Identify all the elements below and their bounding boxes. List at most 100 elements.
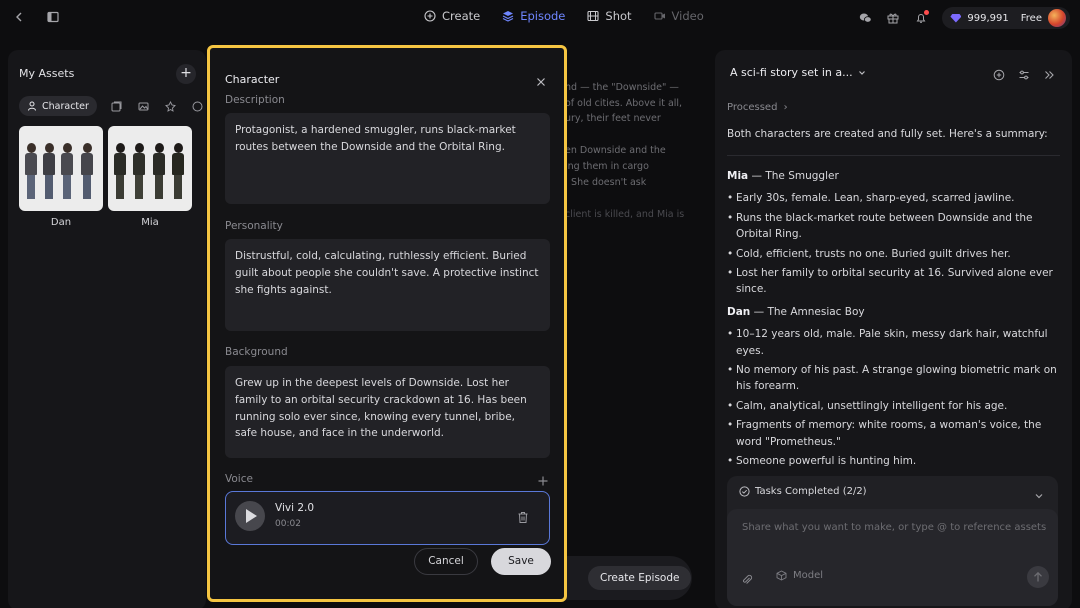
new-chat-icon[interactable]	[993, 66, 1007, 81]
chevron-right-icon: ›	[783, 102, 788, 113]
story-text-line: . She doesn't ask	[565, 177, 647, 188]
wechat-icon[interactable]	[858, 11, 872, 25]
create-episode-button[interactable]: Create Episode	[588, 566, 692, 590]
video-icon	[653, 12, 665, 20]
back-icon[interactable]	[12, 10, 26, 24]
gem-icon	[950, 13, 962, 23]
dan-traits: 10–12 years old, male. Pale skin, messy …	[727, 326, 1062, 470]
list-item: Cold, efficient, trusts no one. Buried g…	[727, 246, 1062, 263]
notification-bell-icon[interactable]	[914, 10, 930, 25]
filter-character-label: Character	[42, 100, 89, 112]
voice-card[interactable]: Vivi 2.0 00:02	[225, 491, 550, 545]
model-selector[interactable]: Model	[776, 570, 823, 581]
asset-card-dan[interactable]	[19, 126, 103, 211]
summary-content: Mia — The Smuggler Early 30s, female. Le…	[727, 168, 1062, 473]
tab-video[interactable]: Video	[653, 9, 704, 23]
sidebar-toggle-icon[interactable]	[46, 10, 60, 24]
asset-card-mia[interactable]	[108, 126, 192, 211]
tasks-label: Tasks Completed (2/2)	[755, 486, 867, 497]
processed-label: Processed	[727, 102, 778, 113]
list-item: Fragments of memory: white rooms, a woma…	[727, 417, 1062, 450]
list-item: Lost her family to orbital security at 1…	[727, 265, 1062, 298]
em-dash: —	[751, 170, 766, 182]
list-item: Early 30s, female. Lean, sharp-eyed, sca…	[727, 190, 1062, 207]
list-item: Someone powerful is hunting him.	[727, 453, 1062, 470]
filter-character[interactable]: Character	[19, 96, 97, 116]
layers-icon	[502, 11, 514, 22]
add-voice-icon[interactable]	[537, 472, 549, 486]
personality-field[interactable]: Distrustful, cold, calculating, ruthless…	[225, 239, 550, 331]
character-role: The Smuggler	[765, 170, 839, 182]
plan-label: Free	[1020, 12, 1042, 24]
character-heading-dan: Dan — The Amnesiac Boy	[727, 304, 1062, 320]
chevron-down-icon[interactable]	[1033, 487, 1045, 499]
close-icon[interactable]	[535, 73, 547, 86]
settings-sliders-icon[interactable]	[1018, 66, 1032, 80]
character-sheet-figure	[153, 143, 165, 199]
check-circle-icon	[739, 486, 750, 497]
collapse-panel-icon[interactable]	[1043, 66, 1057, 80]
modal-title: Character	[225, 73, 280, 86]
description-field[interactable]: Protagonist, a hardened smuggler, runs b…	[225, 113, 550, 204]
em-dash: —	[753, 305, 768, 318]
processed-toggle[interactable]: Processed ›	[727, 102, 788, 113]
description-label: Description	[225, 94, 285, 106]
filter-scene-icon[interactable]	[110, 99, 124, 113]
notification-dot	[924, 10, 930, 15]
filter-prop-icon[interactable]	[164, 99, 178, 113]
tab-create[interactable]: Create	[424, 9, 480, 23]
story-text-line: nd — the "Downside" —	[565, 82, 679, 93]
divider	[727, 155, 1060, 156]
tab-episode[interactable]: Episode	[502, 9, 565, 23]
assets-title: My Assets	[19, 67, 75, 80]
chat-panel: A sci-fi story set in a... Processed › B…	[715, 50, 1072, 608]
play-button[interactable]	[235, 501, 265, 531]
character-name: Dan	[727, 305, 751, 318]
tasks-header[interactable]: Tasks Completed (2/2)	[739, 486, 867, 497]
gift-icon[interactable]	[886, 11, 900, 25]
story-text-line: client is killed, and Mia is	[565, 209, 685, 220]
list-item: No memory of his past. A strange glowing…	[727, 362, 1062, 395]
asset-name-mia: Mia	[141, 217, 159, 228]
summary-text: Both characters are created and fully se…	[727, 128, 1048, 140]
save-button[interactable]: Save	[491, 548, 551, 575]
voice-duration: 00:02	[275, 519, 301, 529]
character-sheet-figure	[172, 143, 184, 199]
tab-shot-label: Shot	[605, 9, 632, 23]
plus-circle-icon	[424, 10, 436, 22]
assets-panel: My Assets + Character Dan Mia	[8, 50, 206, 608]
character-sheet-figure	[25, 143, 37, 199]
person-icon	[28, 101, 36, 111]
cancel-button[interactable]: Cancel	[414, 548, 478, 575]
character-modal: Character Description Protagonist, a har…	[207, 45, 567, 602]
credits-badge[interactable]: 999,991 Free	[942, 7, 1070, 29]
model-label: Model	[793, 570, 824, 581]
cube-icon	[776, 570, 787, 581]
asset-name-dan: Dan	[50, 217, 72, 228]
story-text-line: ing them in cargo	[565, 161, 649, 172]
story-text-line: of old cities. Above it all,	[565, 98, 683, 109]
character-sheet-figure	[81, 143, 93, 199]
arrow-up-icon	[1034, 571, 1042, 582]
list-item: Runs the black-market route between Down…	[727, 210, 1062, 243]
film-icon	[587, 10, 599, 22]
chat-input-placeholder[interactable]: Share what you want to make, or type @ t…	[742, 522, 1046, 533]
character-sheet-figure	[61, 143, 73, 199]
background-field[interactable]: Grew up in the deepest levels of Downsid…	[225, 366, 550, 458]
voice-name: Vivi 2.0	[275, 502, 315, 514]
character-sheet-figure	[43, 143, 55, 199]
paperclip-icon[interactable]	[741, 571, 753, 584]
chevron-down-icon	[858, 70, 865, 75]
filter-more-icon[interactable]	[191, 99, 205, 113]
add-asset-button[interactable]: +	[176, 64, 196, 84]
character-name: Mia	[727, 170, 749, 182]
story-text-line: ury, their feet never	[565, 113, 661, 124]
chat-title[interactable]: A sci-fi story set in a...	[730, 66, 866, 79]
trash-icon[interactable]	[517, 509, 529, 523]
chat-input-area[interactable]: Share what you want to make, or type @ t…	[727, 509, 1058, 606]
tab-shot[interactable]: Shot	[587, 9, 632, 23]
story-text-line: en Downside and the	[565, 145, 666, 156]
user-avatar[interactable]	[1048, 9, 1066, 27]
filter-image-icon[interactable]	[137, 99, 151, 113]
send-button[interactable]	[1027, 566, 1049, 588]
